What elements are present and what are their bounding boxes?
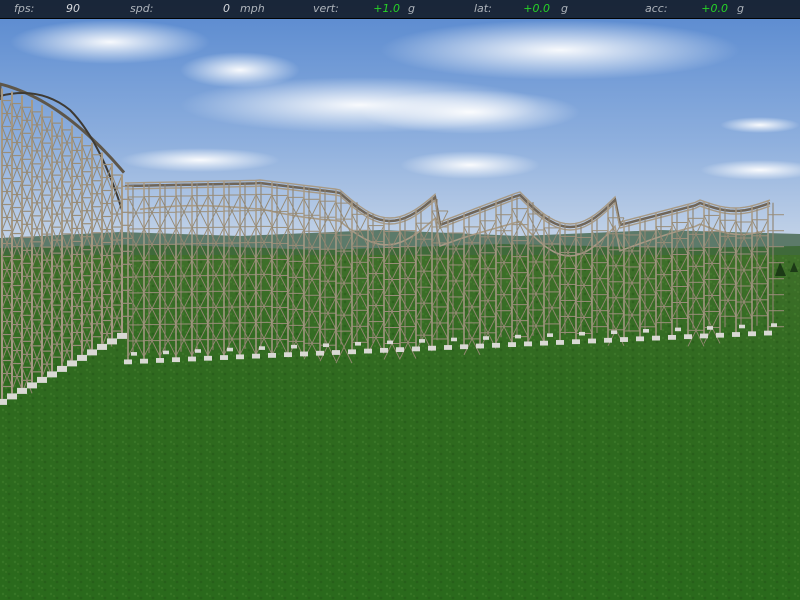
lateral-g-unit: g xyxy=(561,2,568,15)
vertical-g-label: vert: xyxy=(313,2,339,15)
lateral-g-value: +0.0 xyxy=(523,2,550,15)
speed-value: 0 xyxy=(223,2,230,15)
vertical-g-value: +1.0 xyxy=(373,2,400,15)
vertical-g-unit: g xyxy=(408,2,415,15)
lateral-g-label: lat: xyxy=(474,2,492,15)
game-viewport[interactable] xyxy=(0,0,800,600)
acceleration-unit: g xyxy=(737,2,744,15)
acceleration-label: acc: xyxy=(645,2,668,15)
speed-label: spd: xyxy=(130,2,154,15)
fps-label: fps: xyxy=(14,2,35,15)
acceleration-value: +0.0 xyxy=(701,2,728,15)
telemetry-bar: fps: 90 spd: 0 mph vert: +1.0 g lat: +0.… xyxy=(0,0,800,19)
speed-unit: mph xyxy=(240,2,265,15)
fps-value: 90 xyxy=(66,2,80,15)
